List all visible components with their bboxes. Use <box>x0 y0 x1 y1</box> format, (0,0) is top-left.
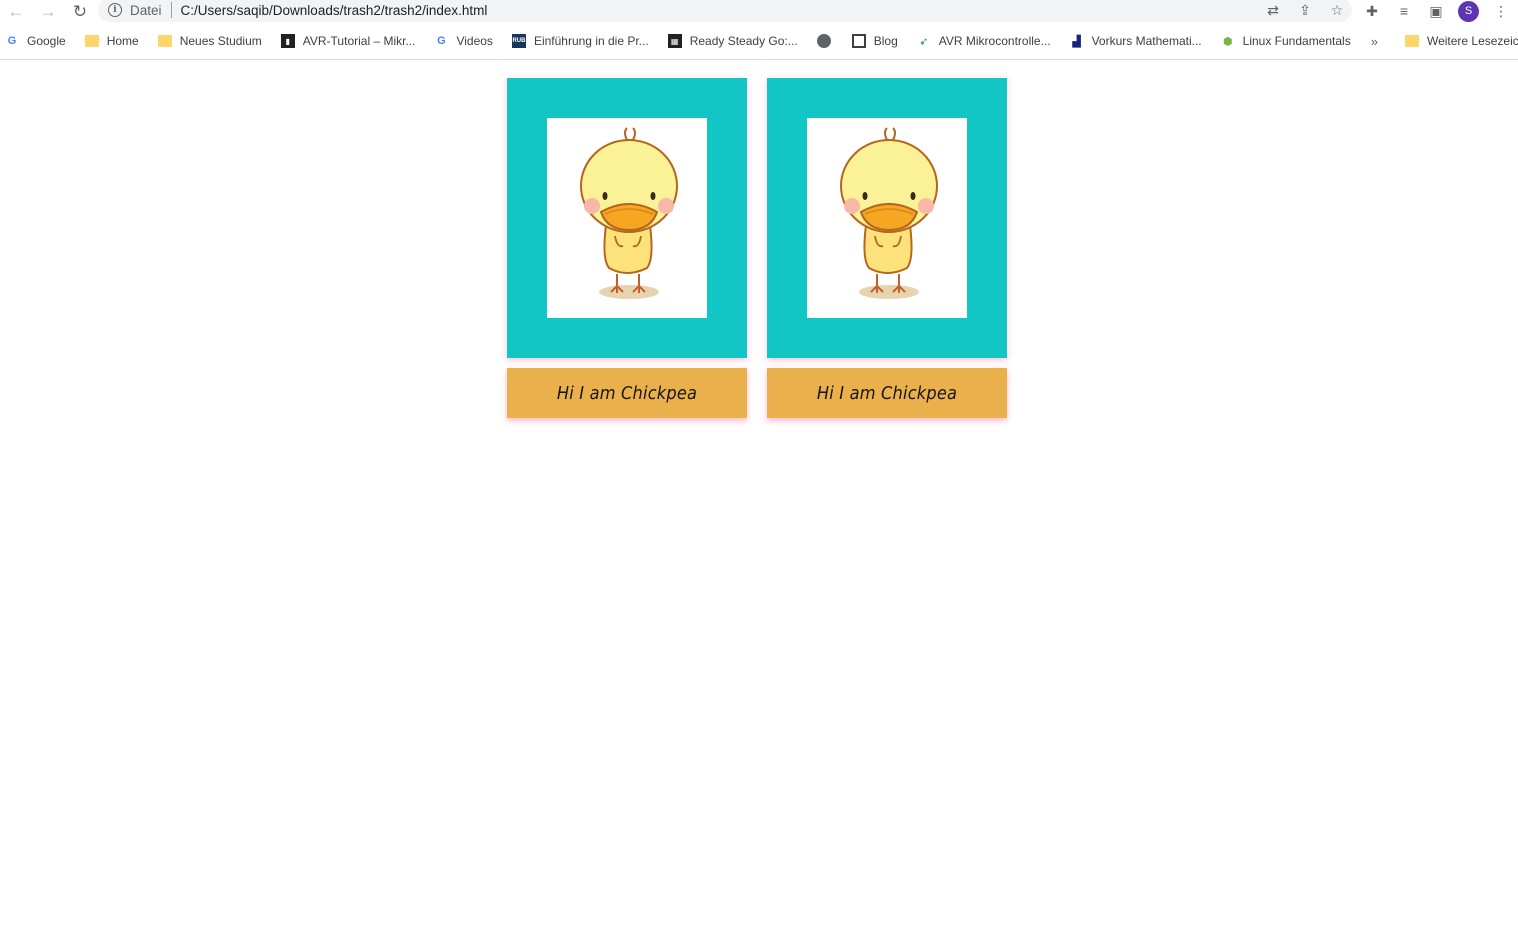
chick-card: Hi I am Chickpea <box>507 78 747 418</box>
address-actions: ⇄ ⇪ ☆ <box>1264 0 1346 22</box>
extensions-icon[interactable]: ✚ <box>1362 3 1382 20</box>
info-icon[interactable]: i <box>108 3 122 17</box>
scheme-label: Datei <box>130 2 162 18</box>
bookmark-linux[interactable]: ⬢ Linux Fundamentals <box>1221 34 1351 48</box>
bookmark-other[interactable]: Weitere Lesezeichen <box>1404 34 1518 48</box>
bookmark-label: Ready Steady Go:... <box>689 34 798 48</box>
chip-icon: ▮ <box>280 34 295 48</box>
avr-icon: ➶ <box>919 35 929 48</box>
address-divider <box>170 2 172 18</box>
card-caption: Hi I am Chickpea <box>767 368 1007 418</box>
chick-image <box>547 118 707 318</box>
bookmark-videos[interactable]: G Videos <box>434 34 493 48</box>
reload-icon[interactable]: ↻ <box>64 0 96 22</box>
browser-toolbar: ← → ↻ i Datei C:/Users/saqib/Downloads/t… <box>0 0 1518 22</box>
card-frame <box>507 78 747 358</box>
address-url[interactable]: C:/Users/saqib/Downloads/trash2/trash2/i… <box>181 3 488 18</box>
bookmark-label: Blog <box>873 34 898 48</box>
google-icon: G <box>437 35 446 47</box>
bookmark-label: Linux Fundamentals <box>1242 34 1351 48</box>
bookmark-label: Einführung in die Pr... <box>533 34 649 48</box>
bookmark-neues-studium[interactable]: Neues Studium <box>157 34 262 48</box>
chick-image <box>807 118 967 318</box>
card-caption: Hi I am Chickpea <box>507 368 747 418</box>
bookmark-ready-steady-go[interactable]: ▦ Ready Steady Go:... <box>667 34 798 48</box>
bookmark-label: Weitere Lesezeichen <box>1426 34 1518 48</box>
bookmark-vorkurs[interactable]: ▟ Vorkurs Mathemati... <box>1070 34 1202 48</box>
side-panel-icon[interactable]: ▣ <box>1426 3 1446 20</box>
site-icon: ▦ <box>667 34 682 48</box>
vorkurs-icon: ▟ <box>1072 35 1081 48</box>
linux-icon: ⬢ <box>1222 35 1233 48</box>
bookmark-globe[interactable] <box>816 34 839 48</box>
bookmark-label: Google <box>27 34 66 48</box>
bookmark-einfuehrung[interactable]: RUB Einführung in die Pr... <box>511 34 649 48</box>
globe-icon <box>816 34 831 48</box>
bookmark-avr-mikrocontroller[interactable]: ➶ AVR Mikrocontrolle... <box>917 34 1051 48</box>
bookmark-label: Vorkurs Mathemati... <box>1091 34 1202 48</box>
bookmark-label: AVR-Tutorial – Mikr... <box>302 34 416 48</box>
chick-card: Hi I am Chickpea <box>767 78 1007 418</box>
address-bar[interactable]: i Datei C:/Users/saqib/Downloads/trash2/… <box>98 0 1352 22</box>
bookmark-label: AVR Mikrocontrolle... <box>938 34 1051 48</box>
bookmark-home[interactable]: Home <box>84 34 139 48</box>
bookmark-blog[interactable]: Blog <box>851 34 898 48</box>
menu-kebab-icon[interactable]: ⋮ <box>1491 3 1511 20</box>
more-bookmarks-chevron-icon[interactable]: » <box>1371 34 1378 49</box>
forward-arrow-icon[interactable]: → <box>32 0 64 22</box>
share-icon[interactable]: ⇪ <box>1296 2 1314 19</box>
folder-icon <box>157 35 172 47</box>
folder-icon <box>1404 35 1419 47</box>
back-arrow-icon[interactable]: ← <box>0 0 32 22</box>
rub-icon: RUB <box>511 34 526 48</box>
folder-icon <box>84 35 99 47</box>
bookmark-label: Videos <box>456 34 493 48</box>
toolbar-actions: ✚ ≡ ▣ S ⋮ <box>1362 0 1511 22</box>
google-icon: G <box>7 35 17 47</box>
bookmark-google[interactable]: G Google <box>5 34 66 48</box>
bookmark-label: Home <box>106 34 139 48</box>
bookmark-star-icon[interactable]: ☆ <box>1328 2 1346 19</box>
blog-icon <box>851 34 866 48</box>
bookmark-avr-tutorial[interactable]: ▮ AVR-Tutorial – Mikr... <box>280 34 416 48</box>
bookmark-label: Neues Studium <box>179 34 262 48</box>
translate-icon[interactable]: ⇄ <box>1264 2 1282 19</box>
card-frame <box>767 78 1007 358</box>
profile-avatar[interactable]: S <box>1458 0 1479 22</box>
toolbar-bottom-border <box>0 59 1518 60</box>
bookmarks-bar: G Google Home Neues Studium ▮ AVR-Tutori… <box>0 29 1518 53</box>
media-control-icon[interactable]: ≡ <box>1394 3 1414 19</box>
